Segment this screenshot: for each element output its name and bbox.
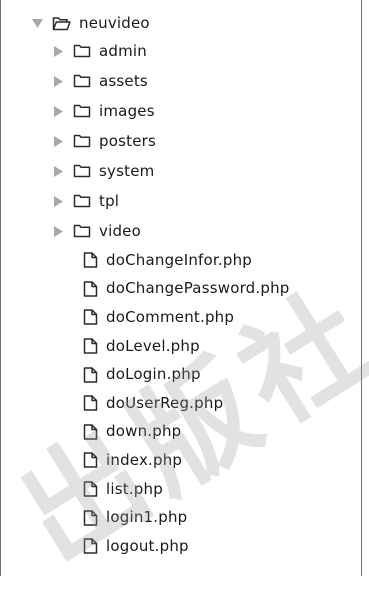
- folder-icon: [73, 164, 91, 178]
- tree-item-admin[interactable]: admin: [1, 36, 361, 66]
- folder-icon: [73, 74, 91, 88]
- tree-item-label: index.php: [106, 450, 183, 469]
- tree-item-label: down.php: [106, 422, 182, 441]
- tree-item-label: video: [99, 221, 141, 240]
- tree-item-label: logout.php: [106, 536, 189, 555]
- tree-item-file[interactable]: login1.php: [1, 503, 361, 532]
- folder-icon: [73, 44, 91, 58]
- file-icon: [83, 452, 98, 469]
- tree-item-file[interactable]: logout.php: [1, 532, 361, 561]
- folder-icon: [73, 104, 91, 118]
- chevron-down-icon[interactable]: [31, 16, 43, 30]
- tree-item-file[interactable]: doComment.php: [1, 303, 361, 332]
- chevron-right-icon[interactable]: [52, 104, 64, 118]
- tree-item-label: doLogin.php: [106, 365, 201, 384]
- tree-item-label: posters: [99, 131, 157, 150]
- tree-item-images[interactable]: images: [1, 96, 361, 126]
- tree-item-label: doChangeInfor.php: [106, 250, 253, 269]
- folder-icon: [73, 224, 91, 238]
- file-icon: [83, 281, 98, 297]
- tree-item-label: tpl: [99, 191, 120, 210]
- chevron-right-icon[interactable]: [52, 134, 64, 148]
- tree-item-file[interactable]: doChangeInfor.php: [1, 246, 361, 275]
- tree-item-posters[interactable]: posters: [1, 126, 361, 156]
- file-icon: [83, 309, 98, 326]
- tree-item-label: login1.php: [106, 508, 188, 527]
- file-icon: [83, 538, 98, 554]
- tree-item-label: system: [99, 161, 155, 180]
- tree-item-video[interactable]: video: [1, 216, 361, 246]
- tree-item-file[interactable]: down.php: [1, 418, 361, 447]
- file-icon: [83, 424, 98, 440]
- folder-icon: [73, 194, 91, 208]
- file-icon: [83, 481, 98, 497]
- tree-item-file[interactable]: doLogin.php: [1, 360, 361, 389]
- tree-item-label: neuvideo: [79, 13, 150, 32]
- tree-item-system[interactable]: system: [1, 156, 361, 186]
- file-icon: [83, 395, 98, 412]
- tree-item-assets[interactable]: assets: [1, 66, 361, 96]
- chevron-right-icon[interactable]: [52, 74, 64, 88]
- tree-item-file[interactable]: index.php: [1, 446, 361, 475]
- file-icon: [83, 509, 98, 526]
- folder-icon: [73, 134, 91, 148]
- file-icon: [83, 338, 98, 354]
- tree-item-label: assets: [99, 71, 148, 90]
- tree-item-tpl[interactable]: tpl: [1, 186, 361, 216]
- tree-item-file[interactable]: doLevel.php: [1, 332, 361, 361]
- tree-item-label: admin: [99, 41, 147, 60]
- tree-item-file[interactable]: doChangePassword.php: [1, 275, 361, 304]
- tree-item-file[interactable]: doUserReg.php: [1, 389, 361, 418]
- file-icon: [83, 252, 98, 269]
- file-icon: [83, 366, 98, 383]
- tree-item-label: list.php: [106, 479, 163, 498]
- chevron-right-icon[interactable]: [52, 194, 64, 208]
- tree-item-label: doComment.php: [106, 307, 235, 326]
- tree-item-label: doChangePassword.php: [106, 279, 290, 298]
- chevron-right-icon[interactable]: [52, 44, 64, 58]
- tree-item-file[interactable]: list.php: [1, 475, 361, 504]
- tree-item-label: doLevel.php: [106, 336, 200, 355]
- chevron-right-icon[interactable]: [52, 164, 64, 178]
- tree-item-neuvideo[interactable]: neuvideo: [1, 10, 361, 36]
- folder-open-icon: [52, 16, 71, 31]
- tree-item-label: images: [99, 101, 155, 120]
- chevron-right-icon[interactable]: [52, 224, 64, 238]
- file-explorer-panel: neuvideo admin assets images posters sys…: [0, 0, 362, 576]
- file-tree: neuvideo admin assets images posters sys…: [1, 10, 361, 561]
- tree-item-label: doUserReg.php: [106, 393, 224, 412]
